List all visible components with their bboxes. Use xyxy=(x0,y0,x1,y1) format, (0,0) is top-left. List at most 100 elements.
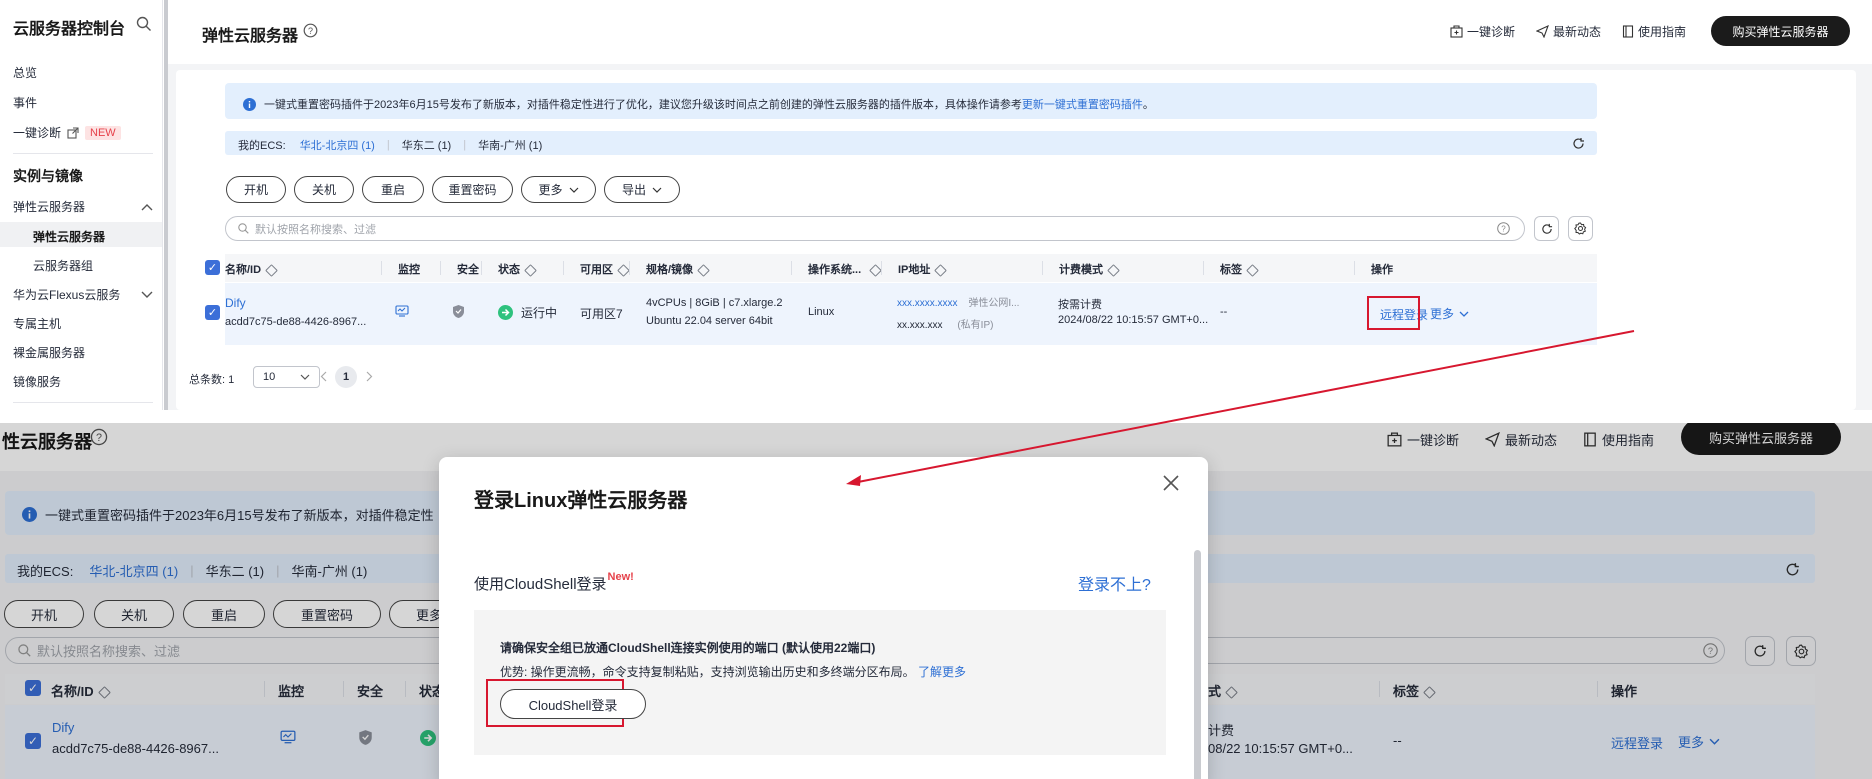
chevron-up-icon xyxy=(141,203,153,211)
row-checkbox[interactable]: ✓ xyxy=(205,305,220,320)
image-cell: Ubuntu 22.04 server 64bit xyxy=(646,315,773,327)
divider xyxy=(13,402,153,403)
divider xyxy=(13,153,153,154)
header-link-label: 一键诊断 xyxy=(1467,25,1516,39)
table-settings-button[interactable] xyxy=(1568,216,1593,241)
search-help-icon[interactable]: ? xyxy=(1497,222,1510,235)
search-input[interactable]: 默认按照名称搜索、过滤 xyxy=(225,216,1525,241)
new-badge: NEW xyxy=(85,125,121,140)
power-on-button[interactable]: 开机 xyxy=(226,176,286,203)
sidebar-item-image[interactable]: 镜像服务 xyxy=(13,373,61,390)
notice-content: 一键式重置密码插件于2023年6月15号发布了新版本，对插件稳定性进行了优化，建… xyxy=(243,96,1154,112)
sidebar-item-diagnosis[interactable]: 一键诊断 NEW xyxy=(13,124,121,141)
table-refresh-button[interactable] xyxy=(1534,216,1559,241)
search-icon[interactable] xyxy=(136,16,152,32)
page-title: 弹性云服务器 xyxy=(202,28,299,45)
header-link-label: 使用指南 xyxy=(1638,25,1687,39)
more-actions-dropdown[interactable]: 更多 xyxy=(521,176,596,203)
ip-public-value[interactable]: xxx.xxxx.xxxx xyxy=(897,298,958,309)
book-icon xyxy=(1622,25,1634,38)
sidebar-item-label: 一键诊断 xyxy=(13,126,62,140)
sidebar-item-label: 华为云Flexus云服务 xyxy=(13,288,121,302)
diagnosis-icon xyxy=(1450,25,1463,38)
chevron-down-icon xyxy=(1459,311,1469,317)
ip-public-note: 弹性公网I... xyxy=(968,298,1020,309)
column-header-ip[interactable]: IP地址 xyxy=(898,261,948,277)
dialog-scrollbar[interactable] xyxy=(1194,550,1201,779)
page-size-select[interactable]: 10 xyxy=(253,366,320,388)
close-icon[interactable] xyxy=(1161,473,1181,493)
column-header-tags[interactable]: 标签 xyxy=(1220,261,1259,277)
learn-more-link[interactable]: 了解更多 xyxy=(918,665,966,679)
sidebar-item-dedicated-host[interactable]: 专属主机 xyxy=(13,315,61,332)
highlight-box xyxy=(1367,296,1420,330)
header-link-news[interactable]: 最新动态 xyxy=(1536,23,1601,40)
column-header-os[interactable]: 操作系统... xyxy=(808,261,883,277)
billing-time: 2024/08/22 10:15:57 GMT+0... xyxy=(1058,314,1209,326)
sort-icon xyxy=(265,263,278,277)
column-header-status[interactable]: 状态 xyxy=(498,261,537,277)
sidebar-section-title: 实例与镜像 xyxy=(13,168,83,184)
column-header-spec[interactable]: 规格/镜像 xyxy=(646,261,710,277)
row-more-dropdown[interactable]: 更多 xyxy=(1430,305,1469,322)
port-notice: 请确保安全组已放通CloudShell连接实例使用的端口 (默认使用22端口) xyxy=(500,641,876,655)
sidebar-item-ecs[interactable]: 弹性云服务器 xyxy=(33,228,105,245)
console-screenshot-bottom: 性云服务器 ? 一键诊断 最新动态 使用指南 购买弹性云服务器 一键式重置密码插… xyxy=(0,423,1872,779)
page-number-current[interactable]: 1 xyxy=(335,366,357,388)
shield-icon[interactable] xyxy=(452,304,465,319)
sidebar-group-ecs[interactable]: 弹性云服务器 xyxy=(13,198,153,215)
power-off-button[interactable]: 关机 xyxy=(294,176,354,203)
dropdown-label: 导出 xyxy=(621,183,646,197)
header-link-diagnosis[interactable]: 一键诊断 xyxy=(1450,23,1515,40)
region-item[interactable]: 华南-广州 (1) xyxy=(478,137,542,153)
main-content: 弹性云服务器 ? 一键诊断 最新动态 使用指南 购买弹性云服务器 一键式重置密码… xyxy=(168,0,1872,410)
table-header-row: 名称/ID 监控 安全 状态 可用区 规格/镜像 操作系统... IP地址 计费… xyxy=(225,261,1597,277)
column-header-actions: 操作 xyxy=(1371,264,1393,276)
sidebar-item-bare-metal[interactable]: 裸金属服务器 xyxy=(13,344,85,361)
export-dropdown[interactable]: 导出 xyxy=(604,176,680,203)
help-icon[interactable]: ? xyxy=(303,23,318,38)
sidebar-group-label: 弹性云服务器 xyxy=(13,200,86,214)
sidebar-item-flexus[interactable]: 华为云Flexus云服务 xyxy=(13,286,153,303)
sidebar-item-overview[interactable]: 总览 xyxy=(13,64,37,81)
console-screenshot-top: 云服务器控制台 总览 事件 一键诊断 NEW 实例与镜像 弹性云服务器 弹性云服… xyxy=(0,0,1872,410)
sort-icon xyxy=(697,263,710,277)
dropdown-label: 更多 xyxy=(1430,307,1455,321)
header-link-guide[interactable]: 使用指南 xyxy=(1622,23,1686,40)
cant-login-link[interactable]: 登录不上? xyxy=(1078,571,1151,595)
sidebar-item-server-group[interactable]: 云服务器组 xyxy=(33,257,93,274)
notice-link[interactable]: 更新一键式重置密码插件 xyxy=(1022,96,1143,112)
refresh-icon[interactable] xyxy=(1572,137,1585,150)
region-item[interactable]: 华东二 (1) xyxy=(402,137,452,153)
page-size-value: 10 xyxy=(263,371,276,383)
sidebar-title: 云服务器控制台 xyxy=(13,21,126,38)
status-text: 运行中 xyxy=(521,306,558,320)
restart-button[interactable]: 重启 xyxy=(362,176,424,203)
billing-mode: 按需计费 xyxy=(1058,299,1102,311)
chevron-down-icon xyxy=(141,291,153,299)
svg-text:?: ? xyxy=(1501,225,1506,234)
refresh-icon xyxy=(1541,223,1552,234)
buy-ecs-button[interactable]: 购买弹性云服务器 xyxy=(1711,16,1850,46)
column-header-name[interactable]: 名称/ID xyxy=(225,261,278,277)
prev-page-icon[interactable] xyxy=(320,371,327,382)
region-item[interactable]: 华北-北京四 (1) xyxy=(300,137,375,153)
select-all-checkbox[interactable]: ✓ xyxy=(205,260,220,275)
screenshot-gap xyxy=(0,410,1872,423)
column-header-security: 安全 xyxy=(457,264,479,276)
ip-private-value: xx.xxx.xxx xyxy=(897,320,943,331)
instance-name-link[interactable]: Dify xyxy=(225,296,246,310)
column-header-billing[interactable]: 计费模式 xyxy=(1059,261,1120,277)
notice-end: 。 xyxy=(1142,99,1154,111)
sidebar: 云服务器控制台 总览 事件 一键诊断 NEW 实例与镜像 弹性云服务器 弹性云服… xyxy=(0,0,163,410)
reset-password-button[interactable]: 重置密码 xyxy=(432,176,513,203)
new-badge: New! xyxy=(607,571,634,583)
send-icon xyxy=(1536,25,1549,38)
cloudshell-login-button[interactable]: CloudShell登录 xyxy=(500,689,646,719)
gear-icon xyxy=(1574,222,1587,235)
column-header-zone[interactable]: 可用区 xyxy=(580,261,630,277)
monitor-icon[interactable] xyxy=(395,305,409,317)
next-page-icon[interactable] xyxy=(366,371,373,382)
chevron-down-icon xyxy=(652,187,662,193)
sidebar-item-events[interactable]: 事件 xyxy=(13,94,37,111)
